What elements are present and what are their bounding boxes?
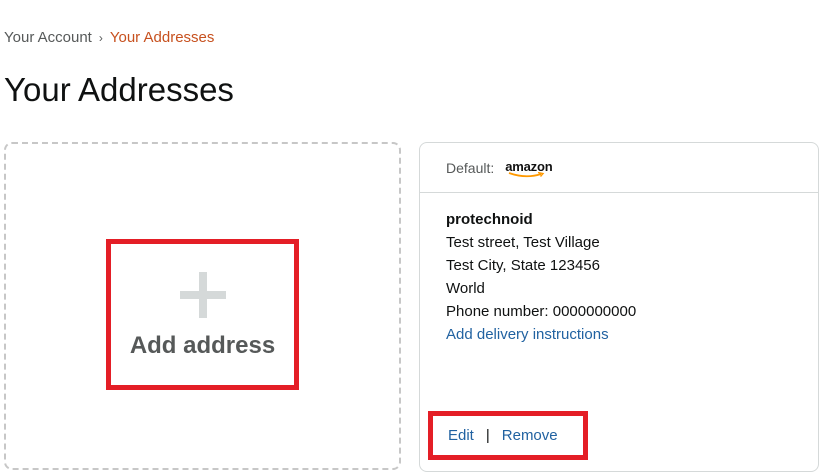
smile-arrow-icon bbox=[508, 171, 545, 177]
address-name: protechnoid bbox=[446, 211, 533, 228]
address-line-1: Test street, Test Village bbox=[446, 234, 600, 251]
address-country: World bbox=[446, 280, 485, 297]
address-card: Default: amazon protechnoid Test street,… bbox=[419, 142, 819, 472]
add-address-label: Add address bbox=[129, 332, 276, 359]
add-address-tile[interactable]: Add address bbox=[4, 142, 401, 470]
breadcrumb: Your Account › Your Addresses bbox=[4, 28, 214, 48]
address-details: protechnoid Test street, Test Village Te… bbox=[420, 193, 818, 346]
card-actions: Edit | Remove bbox=[448, 425, 558, 447]
card-header: Default: amazon bbox=[420, 143, 818, 193]
edit-link[interactable]: Edit bbox=[448, 427, 474, 444]
add-address-content: Add address bbox=[6, 272, 399, 360]
action-divider: | bbox=[485, 427, 490, 444]
remove-link[interactable]: Remove bbox=[502, 427, 558, 444]
address-phone: Phone number: 0000000000 bbox=[446, 303, 637, 320]
page-title: Your Addresses bbox=[4, 71, 234, 108]
amazon-logo-icon: amazon bbox=[505, 159, 553, 177]
breadcrumb-your-addresses: Your Addresses bbox=[109, 29, 215, 46]
add-delivery-instructions-link[interactable]: Add delivery instructions bbox=[446, 326, 609, 343]
breadcrumb-your-account[interactable]: Your Account bbox=[4, 29, 92, 46]
address-line-2: Test City, State 123456 bbox=[446, 257, 600, 274]
breadcrumb-separator-icon: › bbox=[98, 31, 103, 45]
default-label: Default: bbox=[446, 159, 495, 176]
plus-icon bbox=[179, 272, 226, 318]
